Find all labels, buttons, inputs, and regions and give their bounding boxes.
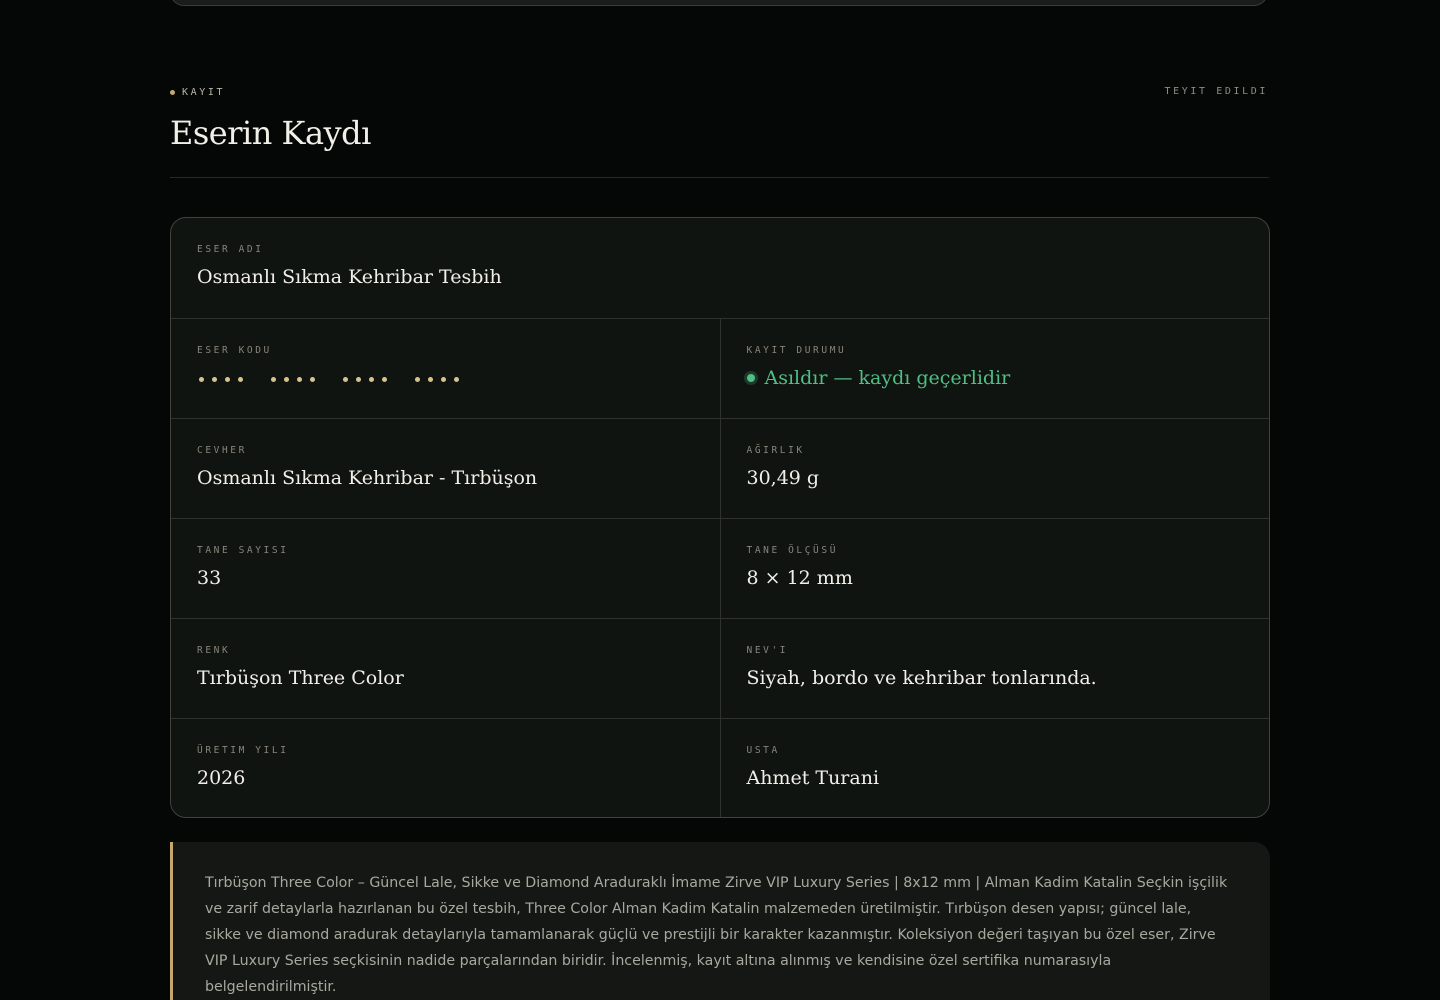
field-count: Tane Sayısı 33 bbox=[171, 519, 720, 618]
dot-icon bbox=[170, 90, 175, 95]
description-text: Tırbüşon Three Color – Güncel Lale, Sikk… bbox=[205, 875, 1228, 995]
record-row-year-master: Üretim Yılı 2026 Usta Ahmet Turani bbox=[171, 718, 1270, 817]
page-title: Eserin Kaydı bbox=[170, 114, 371, 152]
field-status: Kayıt Durumu Asıldır — kaydı geçerlidir bbox=[719, 319, 1270, 418]
field-value: Osmanlı Sıkma Kehribar - Tırbüşon bbox=[197, 467, 538, 489]
field-label: Renk bbox=[197, 645, 231, 656]
masked-dots-icon bbox=[341, 376, 393, 382]
field-label: Usta bbox=[746, 745, 780, 756]
record-row-count-size: Tane Sayısı 33 Tane Ölçüsü 8 × 12 mm bbox=[171, 518, 1269, 618]
field-value: Siyah, bordo ve kehribar tonlarında. bbox=[746, 667, 1097, 689]
field-type: Nev'i Siyah, bordo ve kehribar tonlarınd… bbox=[719, 619, 1270, 718]
field-master: Usta Ahmet Turani bbox=[719, 719, 1270, 817]
field-value: Ahmet Turani bbox=[746, 767, 880, 789]
record-card: Eser Adı Osmanlı Sıkma Kehribar Tesbih E… bbox=[170, 217, 1270, 818]
field-year: Üretim Yılı 2026 bbox=[171, 719, 720, 817]
field-size: Tane Ölçüsü 8 × 12 mm bbox=[719, 519, 1270, 618]
field-weight: Ağırlık 30,49 g bbox=[719, 419, 1270, 518]
record-row-code-status: Eser Kodu Kayıt Durumu Asıldır — kaydı g… bbox=[171, 318, 1269, 418]
verified-label: Teyit Edildi bbox=[1164, 86, 1268, 97]
status-dot-icon bbox=[746, 374, 755, 382]
record-row-color-type: Renk Tırbüşon Three Color Nev'i Siyah, b… bbox=[171, 618, 1269, 718]
top-panel-edge bbox=[170, 0, 1268, 6]
field-color: Renk Tırbüşon Three Color bbox=[171, 619, 720, 718]
field-value: 30,49 g bbox=[746, 467, 820, 489]
field-code: Eser Kodu bbox=[171, 319, 720, 418]
field-label: Eser Kodu bbox=[197, 345, 272, 356]
field-label: Ağırlık bbox=[746, 445, 805, 456]
field-value: Tırbüşon Three Color bbox=[197, 667, 404, 689]
field-value: 2026 bbox=[197, 767, 246, 789]
field-value: Osmanlı Sıkma Kehribar Tesbih bbox=[197, 266, 502, 288]
status-value: Asıldır — kaydı geçerlidir bbox=[746, 367, 1244, 389]
field-material: Cevher Osmanlı Sıkma Kehribar - Tırbüşon bbox=[171, 419, 720, 518]
description-panel: Tırbüşon Three Color – Güncel Lale, Sikk… bbox=[170, 842, 1270, 1000]
eyebrow-label: Kayıt bbox=[182, 87, 226, 98]
field-value: 8 × 12 mm bbox=[746, 567, 853, 589]
field-label: Cevher bbox=[197, 445, 247, 456]
status-text: Asıldır — kaydı geçerlidir bbox=[764, 367, 1011, 389]
masked-dots-icon bbox=[197, 376, 249, 382]
section-eyebrow: Kayıt bbox=[170, 87, 225, 98]
record-row-material-weight: Cevher Osmanlı Sıkma Kehribar - Tırbüşon… bbox=[171, 418, 1269, 518]
field-value: 33 bbox=[197, 567, 222, 589]
field-name: Eser Adı Osmanlı Sıkma Kehribar Tesbih bbox=[171, 218, 1269, 318]
field-label: Tane Sayısı bbox=[197, 545, 289, 556]
field-label: Nev'i bbox=[746, 645, 789, 656]
record-row-name: Eser Adı Osmanlı Sıkma Kehribar Tesbih bbox=[171, 218, 1269, 318]
field-label: Eser Adı bbox=[197, 244, 264, 255]
field-label: Üretim Yılı bbox=[197, 745, 289, 756]
title-divider bbox=[170, 177, 1269, 178]
field-label: Tane Ölçüsü bbox=[746, 545, 839, 556]
masked-code bbox=[197, 367, 694, 391]
masked-dots-icon bbox=[413, 376, 465, 382]
field-label: Kayıt Durumu bbox=[746, 345, 847, 356]
masked-dots-icon bbox=[269, 376, 321, 382]
